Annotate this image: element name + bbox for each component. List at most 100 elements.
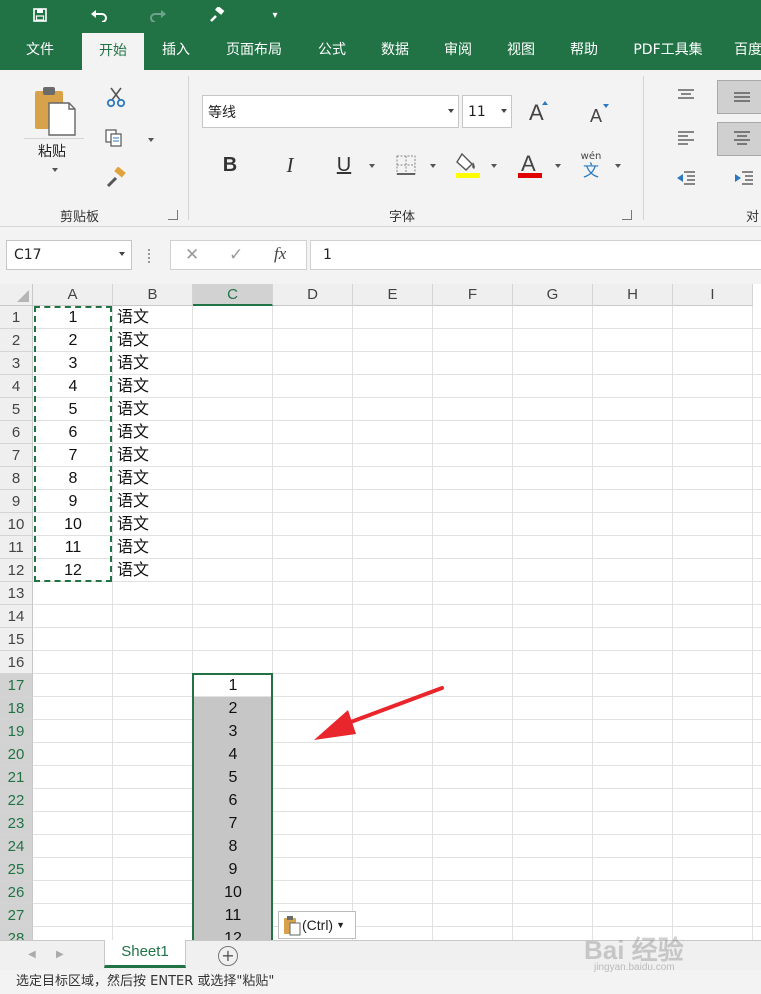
underline-button[interactable]: U: [330, 150, 358, 180]
tab-review[interactable]: 审阅: [432, 30, 484, 70]
cancel-icon[interactable]: ✕: [185, 245, 199, 265]
row-header-22[interactable]: 22: [0, 789, 33, 812]
tab-page-layout[interactable]: 页面布局: [214, 30, 294, 70]
italic-button[interactable]: I: [276, 150, 304, 180]
sheet-tab-sheet1[interactable]: Sheet1: [104, 940, 186, 968]
tab-pdf-tools[interactable]: PDF工具集: [622, 30, 714, 70]
row-header-23[interactable]: 23: [0, 812, 33, 835]
row-header-2[interactable]: 2: [0, 329, 33, 352]
row-header-11[interactable]: 11: [0, 536, 33, 559]
row-header-27[interactable]: 27: [0, 904, 33, 927]
row-header-19[interactable]: 19: [0, 720, 33, 743]
customize-qat-icon[interactable]: ▾: [260, 0, 290, 30]
align-center-icon[interactable]: [717, 122, 761, 156]
decrease-indent-icon[interactable]: [672, 166, 700, 192]
paste-button[interactable]: 粘贴: [26, 142, 78, 160]
align-middle-icon[interactable]: [717, 80, 761, 114]
row-header-12[interactable]: 12: [0, 559, 33, 582]
column-header-h[interactable]: H: [593, 284, 673, 306]
cell-b5[interactable]: 语文: [113, 398, 193, 421]
tab-baidu[interactable]: 百度: [726, 30, 761, 70]
next-sheet-icon[interactable]: ▶: [56, 949, 64, 960]
formula-input[interactable]: 1: [310, 240, 761, 270]
row-header-24[interactable]: 24: [0, 835, 33, 858]
tab-file[interactable]: 文件: [12, 30, 68, 70]
row-header-5[interactable]: 5: [0, 398, 33, 421]
tab-home[interactable]: 开始: [82, 33, 144, 70]
row-header-18[interactable]: 18: [0, 697, 33, 720]
tab-view[interactable]: 视图: [495, 30, 547, 70]
paste-options-button[interactable]: (Ctrl) ▼: [278, 911, 356, 939]
column-header-d[interactable]: D: [273, 284, 353, 306]
add-sheet-icon[interactable]: +: [218, 946, 238, 966]
name-box[interactable]: C17: [6, 240, 132, 270]
formula-bar-grip[interactable]: [148, 249, 152, 263]
row-header-25[interactable]: 25: [0, 858, 33, 881]
prev-sheet-icon[interactable]: ◀: [28, 949, 36, 960]
cut-icon[interactable]: [102, 84, 130, 110]
row-header-4[interactable]: 4: [0, 375, 33, 398]
cell-b10[interactable]: 语文: [113, 513, 193, 536]
row-header-26[interactable]: 26: [0, 881, 33, 904]
row-header-9[interactable]: 9: [0, 490, 33, 513]
borders-icon[interactable]: [392, 150, 420, 180]
row-header-6[interactable]: 6: [0, 421, 33, 444]
column-header-a[interactable]: A: [33, 284, 113, 306]
cell-b9[interactable]: 语文: [113, 490, 193, 513]
row-header-16[interactable]: 16: [0, 651, 33, 674]
row-header-21[interactable]: 21: [0, 766, 33, 789]
cell-b3[interactable]: 语文: [113, 352, 193, 375]
phonetic-dropdown-icon[interactable]: [615, 164, 621, 168]
paste-icon[interactable]: [28, 80, 80, 142]
borders-dropdown-icon[interactable]: [430, 164, 436, 168]
paste-dropdown-icon[interactable]: [52, 168, 58, 172]
clipboard-launcher-icon[interactable]: [168, 210, 178, 220]
save-icon[interactable]: [25, 0, 55, 30]
row-header-28[interactable]: 28: [0, 927, 33, 940]
column-header-f[interactable]: F: [433, 284, 513, 306]
row-header-15[interactable]: 15: [0, 628, 33, 651]
column-header-b[interactable]: B: [113, 284, 193, 306]
copy-icon[interactable]: [100, 125, 128, 151]
cell-b6[interactable]: 语文: [113, 421, 193, 444]
underline-dropdown-icon[interactable]: [369, 164, 375, 168]
row-header-10[interactable]: 10: [0, 513, 33, 536]
cell-b4[interactable]: 语文: [113, 375, 193, 398]
row-header-1[interactable]: 1: [0, 306, 33, 329]
column-header-g[interactable]: G: [513, 284, 593, 306]
fill-color-dropdown-icon[interactable]: [491, 164, 497, 168]
align-top-icon[interactable]: [672, 84, 700, 106]
phonetic-guide-button[interactable]: wén 文: [574, 150, 608, 180]
cell-b2[interactable]: 语文: [113, 329, 193, 352]
enter-icon[interactable]: ✓: [229, 245, 243, 265]
cell-b12[interactable]: 语文: [113, 559, 193, 582]
fill-color-icon[interactable]: [452, 148, 484, 182]
increase-font-size-icon[interactable]: A: [524, 96, 554, 126]
column-header-e[interactable]: E: [353, 284, 433, 306]
redo-icon[interactable]: [143, 0, 173, 30]
align-left-icon[interactable]: [672, 126, 700, 152]
bold-button[interactable]: B: [216, 150, 244, 180]
increase-indent-icon[interactable]: [730, 166, 758, 192]
row-header-20[interactable]: 20: [0, 743, 33, 766]
insert-function-icon[interactable]: fx: [274, 244, 286, 264]
cell-b8[interactable]: 语文: [113, 467, 193, 490]
tab-formulas[interactable]: 公式: [306, 30, 358, 70]
cell-b11[interactable]: 语文: [113, 536, 193, 559]
row-header-7[interactable]: 7: [0, 444, 33, 467]
font-color-dropdown-icon[interactable]: [555, 164, 561, 168]
row-header-8[interactable]: 8: [0, 467, 33, 490]
row-header-3[interactable]: 3: [0, 352, 33, 375]
tab-help[interactable]: 帮助: [558, 30, 610, 70]
tab-data[interactable]: 数据: [369, 30, 421, 70]
copy-dropdown-icon[interactable]: [148, 138, 154, 142]
font-size-select[interactable]: 11: [462, 95, 512, 128]
column-header-i[interactable]: I: [673, 284, 753, 306]
cell-b7[interactable]: 语文: [113, 444, 193, 467]
format-painter-icon[interactable]: [102, 165, 130, 191]
tab-insert[interactable]: 插入: [150, 30, 202, 70]
undo-icon[interactable]: [84, 0, 114, 30]
row-header-14[interactable]: 14: [0, 605, 33, 628]
decrease-font-size-icon[interactable]: A: [584, 98, 614, 128]
font-color-icon[interactable]: A: [514, 148, 546, 182]
